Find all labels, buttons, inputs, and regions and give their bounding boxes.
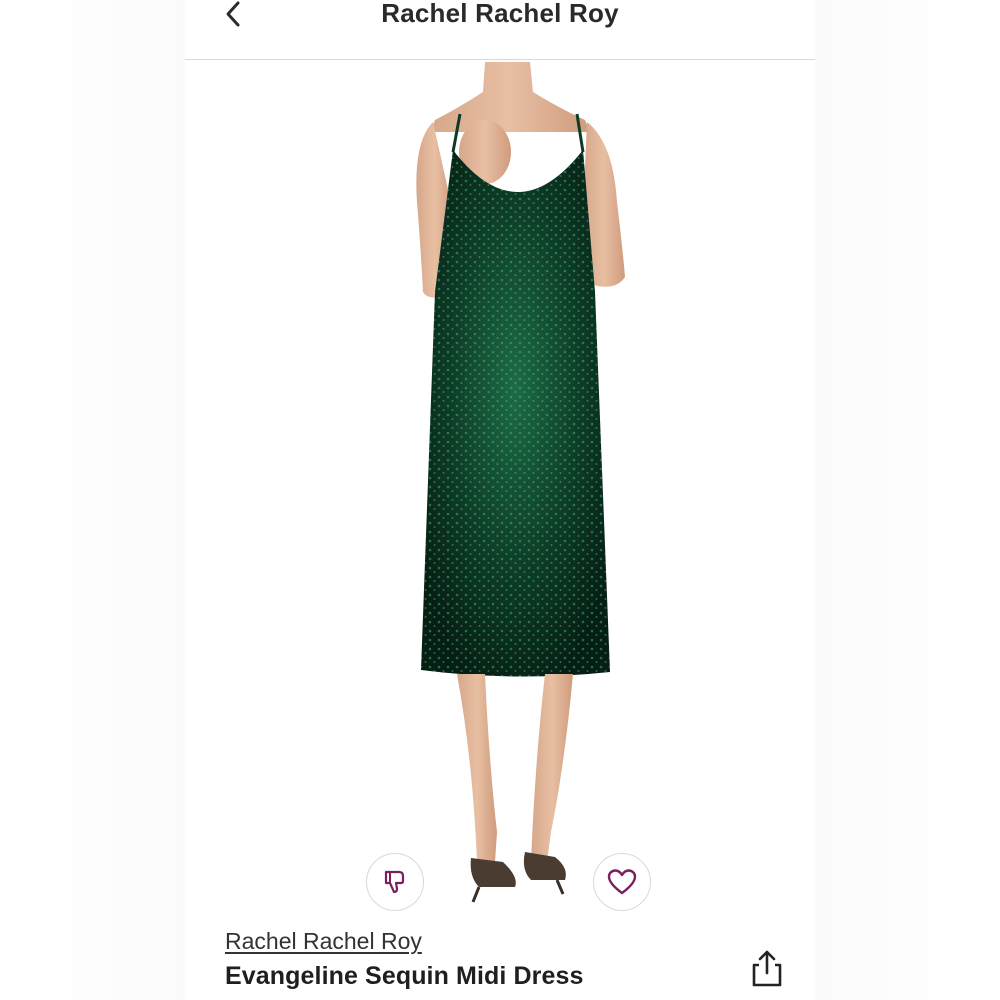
top-bar: Rachel Rachel Roy — [185, 0, 815, 60]
brand-link[interactable]: Rachel Rachel Roy — [225, 928, 422, 955]
dislike-button[interactable] — [366, 853, 424, 911]
product-photo[interactable] — [185, 62, 815, 922]
thumbs-down-icon — [384, 870, 405, 894]
product-photo-illustration — [416, 62, 625, 903]
page-title: Rachel Rachel Roy — [381, 0, 619, 28]
product-title: Evangeline Sequin Midi Dress — [225, 962, 584, 990]
app-screen: Rachel Rachel Roy Rachel Rachel Roy Evan… — [185, 0, 815, 1000]
share-button[interactable] — [747, 946, 787, 990]
page-margin-right — [815, 0, 1000, 1000]
page-margin-left — [0, 0, 185, 1000]
like-button[interactable] — [593, 853, 651, 911]
heart-icon — [607, 869, 637, 895]
share-icon — [752, 950, 782, 987]
